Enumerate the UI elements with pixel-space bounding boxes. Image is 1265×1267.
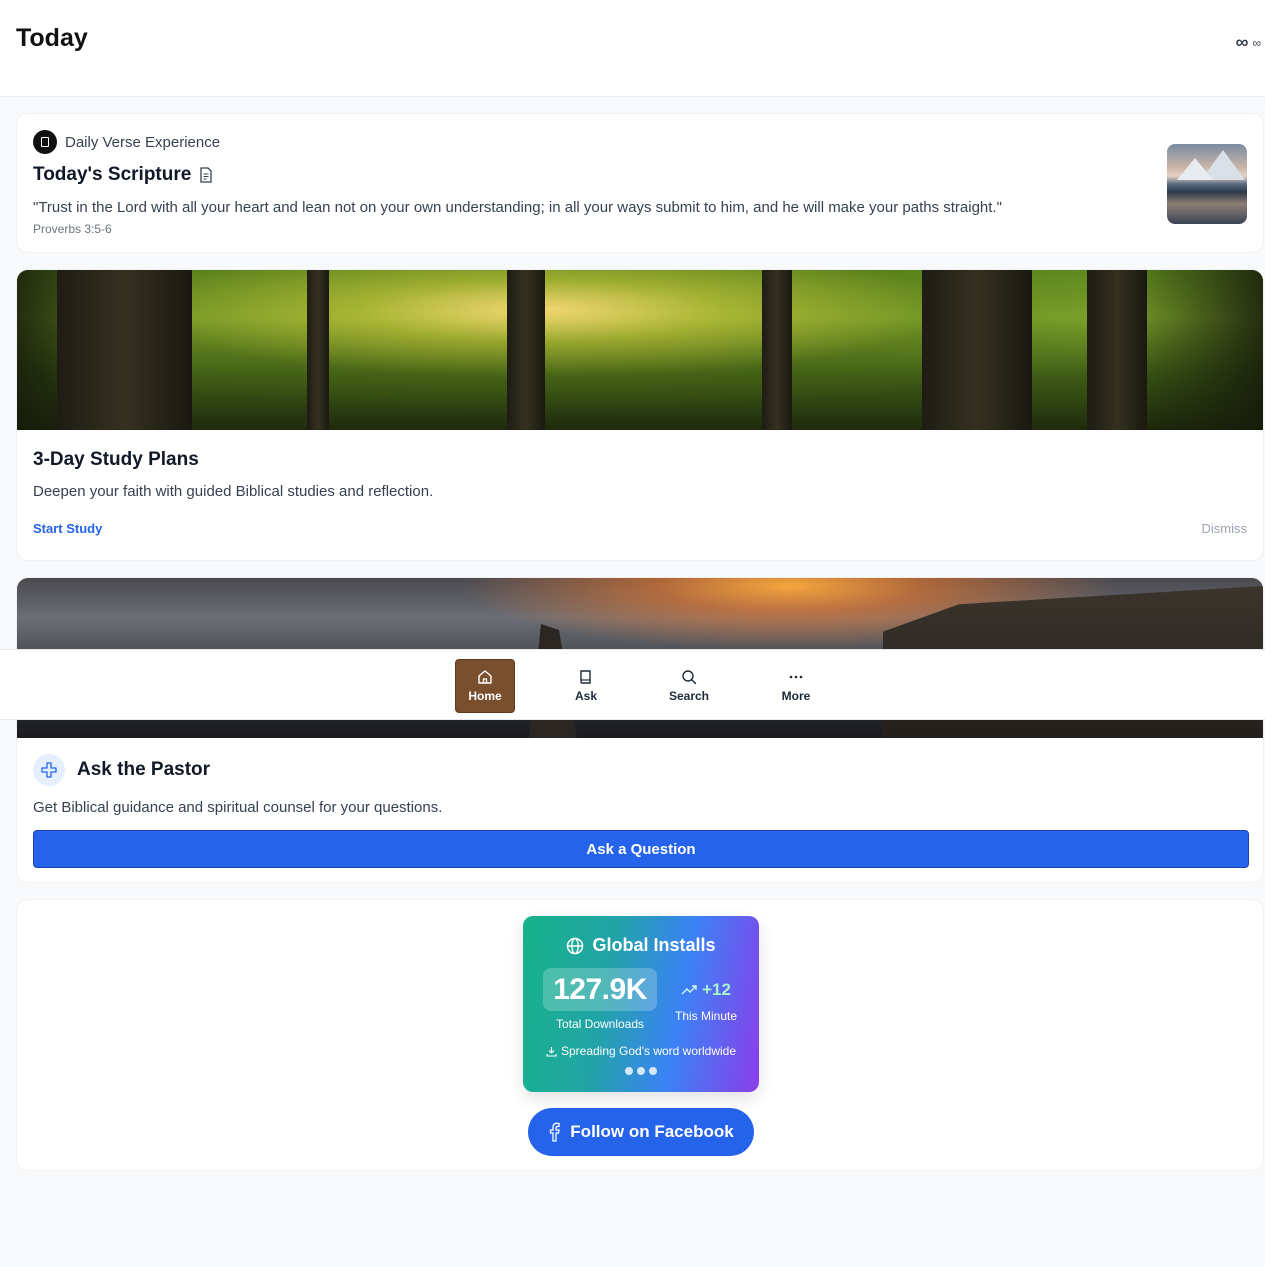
pastor-heading-row: Ask the Pastor <box>33 754 210 786</box>
book-icon <box>580 670 591 684</box>
follow-facebook-button[interactable]: Follow on Facebook <box>528 1108 754 1156</box>
globe-icon <box>567 937 584 954</box>
installs-tagline-text: Spreading God's word worldwide <box>560 1044 737 1058</box>
installs-tagline: Spreading God's word worldwide <box>523 1044 759 1058</box>
follow-facebook-label: Follow on Facebook <box>570 1122 734 1141</box>
carousel-dots[interactable] <box>523 1067 759 1075</box>
more-icon <box>789 675 803 679</box>
nav-home-label: Home <box>468 689 502 703</box>
nav-search[interactable]: Search <box>664 659 714 713</box>
nav-ask-label: Ask <box>574 689 597 703</box>
pastor-description: Get Biblical guidance and spiritual coun… <box>33 799 443 816</box>
ask-pastor-card: Ask the Pastor Get Biblical guidance and… <box>16 577 1264 883</box>
page-title: Today <box>16 24 88 52</box>
forest-hero-image <box>17 270 1263 430</box>
verse-reference: Proverbs 3:5-6 <box>33 222 112 236</box>
verse-eyebrow-label: Daily Verse Experience <box>65 133 221 151</box>
search-icon <box>682 670 697 685</box>
nav-more[interactable]: More <box>771 659 821 713</box>
daily-verse-card: Daily Verse Experience Today's Scripture… <box>16 113 1264 253</box>
mountain-lake-thumbnail[interactable] <box>1167 144 1247 224</box>
facebook-icon <box>550 1122 561 1142</box>
study-title: 3-Day Study Plans <box>33 449 199 470</box>
global-installs-widget: Global Installs 127.9K Total Downloads +… <box>523 916 759 1092</box>
document-icon[interactable] <box>199 167 213 183</box>
per-minute-delta: +12 <box>673 980 739 1000</box>
top-header: Today ∞ ∞ <box>0 0 1265 97</box>
trending-up-icon <box>681 985 697 995</box>
infinity-indicator[interactable]: ∞ ∞ <box>1236 32 1261 53</box>
installs-title: Global Installs <box>592 935 716 955</box>
bottom-nav: Home Ask Search More <box>0 649 1265 720</box>
verse-eyebrow: Daily Verse Experience <box>33 130 220 154</box>
pastor-title: Ask the Pastor <box>77 759 211 780</box>
study-plans-card: 3-Day Study Plans Deepen your faith with… <box>16 269 1264 561</box>
nav-search-label: Search <box>668 689 710 703</box>
nav-home[interactable]: Home <box>455 659 515 713</box>
download-icon <box>546 1046 557 1057</box>
per-minute-label: This Minute <box>674 1009 738 1023</box>
nav-more-label: More <box>781 689 811 703</box>
stats-card: Global Installs 127.9K Total Downloads +… <box>16 899 1264 1171</box>
per-minute-value: +12 <box>702 980 731 999</box>
infinity-small-icon: ∞ <box>1252 35 1261 50</box>
cross-icon <box>33 754 65 786</box>
study-description: Deepen your faith with guided Biblical s… <box>33 483 434 500</box>
verse-quote: "Trust in the Lord with all your heart a… <box>33 199 1002 216</box>
ask-question-button[interactable]: Ask a Question <box>33 830 1249 868</box>
verse-heading-label: Today's Scripture <box>33 164 192 185</box>
total-downloads-value: 127.9K <box>543 968 657 1011</box>
dismiss-link[interactable]: Dismiss <box>1202 521 1248 536</box>
start-study-link[interactable]: Start Study <box>33 521 102 536</box>
verse-heading: Today's Scripture <box>33 164 213 186</box>
infinity-icon: ∞ <box>1235 32 1249 52</box>
installs-header: Global Installs <box>523 935 759 956</box>
home-icon <box>478 670 492 684</box>
total-downloads-label: Total Downloads <box>555 1017 645 1031</box>
bible-badge-icon <box>33 130 57 154</box>
nav-ask[interactable]: Ask <box>561 659 611 713</box>
